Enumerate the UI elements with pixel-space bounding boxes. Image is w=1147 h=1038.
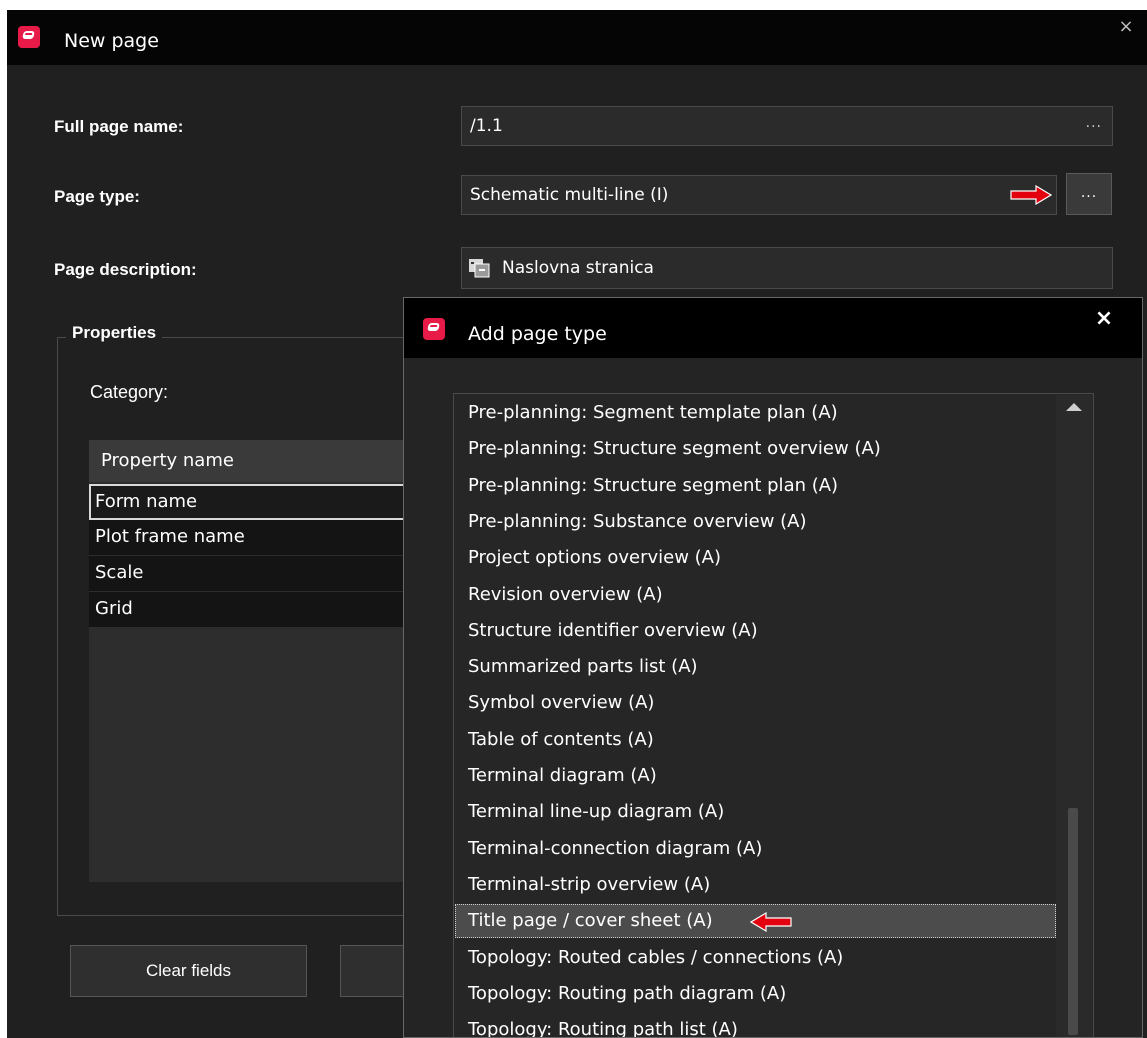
property-row-plot-frame-name[interactable]: Plot frame name [89, 520, 419, 556]
scroll-up-icon[interactable] [1066, 403, 1082, 411]
page-type-browse-button[interactable]: ... [1066, 173, 1112, 215]
page-type-list-item[interactable]: Topology: Routing path diagram (A) [455, 977, 1056, 1011]
close-icon[interactable]: × [1115, 16, 1137, 38]
title-bar: New page × [7, 10, 1147, 65]
full-page-name-value: /1.1 [470, 116, 503, 136]
translate-icon[interactable] [468, 258, 490, 278]
page-description-field[interactable]: Naslovna stranica [461, 247, 1113, 289]
add-page-type-dialog: Add page type × Pre-planning: Segment te… [403, 297, 1143, 1038]
category-label: Category: [90, 382, 169, 402]
property-grid: Property name Form name Plot frame name … [89, 440, 419, 882]
red-arrow-icon [750, 912, 792, 932]
page-type-field[interactable]: Schematic multi-line (I) [461, 175, 1057, 215]
page-type-list-item[interactable]: Summarized parts list (A) [455, 650, 1056, 684]
page-type-list-item[interactable]: Symbol overview (A) [455, 686, 1056, 720]
full-page-name-browse-button[interactable]: ... [1086, 115, 1102, 131]
page-description-value: Naslovna stranica [502, 258, 654, 278]
page-type-list-item[interactable]: Terminal-strip overview (A) [455, 868, 1056, 902]
properties-legend: Properties [66, 323, 163, 343]
page-type-list-item[interactable]: Terminal line-up diagram (A) [455, 795, 1056, 829]
page-type-list-item[interactable]: Pre-planning: Substance overview (A) [455, 505, 1056, 539]
page-type-list-item[interactable]: Terminal-connection diagram (A) [455, 832, 1056, 866]
page-type-list-item[interactable]: Topology: Routing path list (A) [455, 1013, 1056, 1037]
scroll-thumb[interactable] [1068, 808, 1078, 1035]
page-type-list-item[interactable]: Table of contents (A) [455, 723, 1056, 757]
full-page-name-label: Full page name: [54, 117, 184, 136]
page-type-label: Page type: [54, 187, 140, 206]
eplan-app-icon [423, 318, 445, 340]
popup-title: Add page type [468, 323, 607, 345]
red-arrow-icon [1010, 185, 1052, 205]
page-type-list-item[interactable]: Pre-planning: Structure segment plan (A) [455, 469, 1056, 503]
property-name-column-header[interactable]: Property name [89, 440, 419, 482]
page-type-list[interactable]: Pre-planning: Segment template plan (A) P… [453, 393, 1094, 1037]
property-row-scale[interactable]: Scale [89, 556, 419, 592]
property-row-grid[interactable]: Grid [89, 592, 419, 628]
close-icon[interactable]: × [1093, 308, 1115, 330]
page-type-list-item[interactable]: Topology: Routed cables / connections (A… [455, 941, 1056, 975]
popup-title-bar: Add page type × [404, 298, 1142, 358]
property-row-form-name[interactable]: Form name [89, 484, 419, 520]
list-scrollbar[interactable] [1056, 395, 1092, 1037]
page-type-list-item[interactable]: Project options overview (A) [455, 541, 1056, 575]
eplan-app-icon [18, 26, 40, 48]
dialog-title: New page [64, 30, 159, 52]
page-type-list-item[interactable]: Terminal diagram (A) [455, 759, 1056, 793]
clear-fields-button[interactable]: Clear fields [70, 945, 307, 997]
page-type-list-item[interactable]: Pre-planning: Structure segment overview… [455, 432, 1056, 466]
page-type-value: Schematic multi-line (I) [470, 185, 669, 205]
page-type-list-item[interactable]: Pre-planning: Segment template plan (A) [455, 396, 1056, 430]
page-description-label: Page description: [54, 260, 197, 279]
page-type-list-item[interactable]: Structure identifier overview (A) [455, 614, 1056, 648]
page-type-list-item[interactable]: Revision overview (A) [455, 578, 1056, 612]
full-page-name-field[interactable]: /1.1 ... [461, 106, 1113, 146]
